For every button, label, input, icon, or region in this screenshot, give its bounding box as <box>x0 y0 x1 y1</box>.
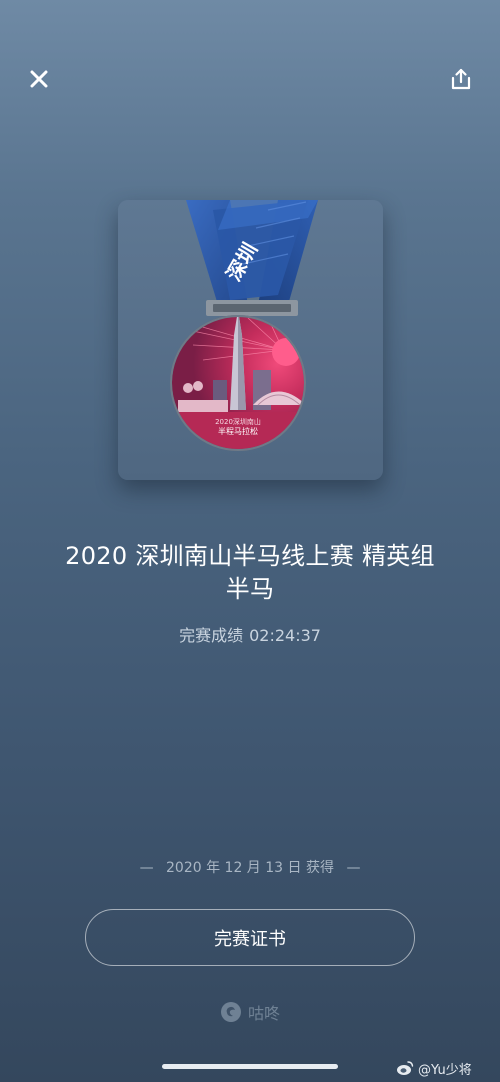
medal-image: 深圳 2020深圳南山 半程马拉松 <box>170 200 318 451</box>
event-title-line1: 2020 深圳南山半马线上赛 精英组 <box>65 542 435 570</box>
share-icon <box>451 68 471 90</box>
codoon-logo-icon <box>220 1002 241 1022</box>
top-bar <box>0 0 500 120</box>
close-icon <box>30 70 48 88</box>
watermark-text: @Yu少将 <box>418 1062 472 1078</box>
result-label: 完赛成绩 <box>179 626 244 645</box>
left-dash: — <box>139 860 154 876</box>
finish-result: 完赛成绩 02:24:37 <box>0 622 500 646</box>
medal-caption-line1: 2020深圳南山 <box>215 417 261 426</box>
medal-card[interactable]: 深圳 2020深圳南山 半程马拉松 <box>118 200 383 480</box>
award-date-row: — 2020 年 12 月 13 日 获得 — <box>0 857 500 877</box>
weibo-icon <box>397 1061 414 1075</box>
right-dash: — <box>346 860 361 876</box>
close-button[interactable] <box>22 62 56 96</box>
certificate-button-label: 完赛证书 <box>214 928 286 950</box>
brand: 咕咚 <box>0 1000 500 1024</box>
brand-name: 咕咚 <box>247 1004 280 1023</box>
medal-caption-line2: 半程马拉松 <box>218 426 258 436</box>
award-date: 2020 年 12 月 13 日 获得 <box>166 860 334 876</box>
event-title: 2020 深圳南山半马线上赛 精英组 半马 <box>30 540 470 606</box>
result-time: 02:24:37 <box>249 626 321 645</box>
watermark: @Yu少将 <box>396 1058 472 1078</box>
certificate-button[interactable]: 完赛证书 <box>85 909 415 966</box>
home-indicator[interactable] <box>162 1064 338 1069</box>
share-button[interactable] <box>444 62 478 96</box>
event-title-line2: 半马 <box>225 575 275 603</box>
